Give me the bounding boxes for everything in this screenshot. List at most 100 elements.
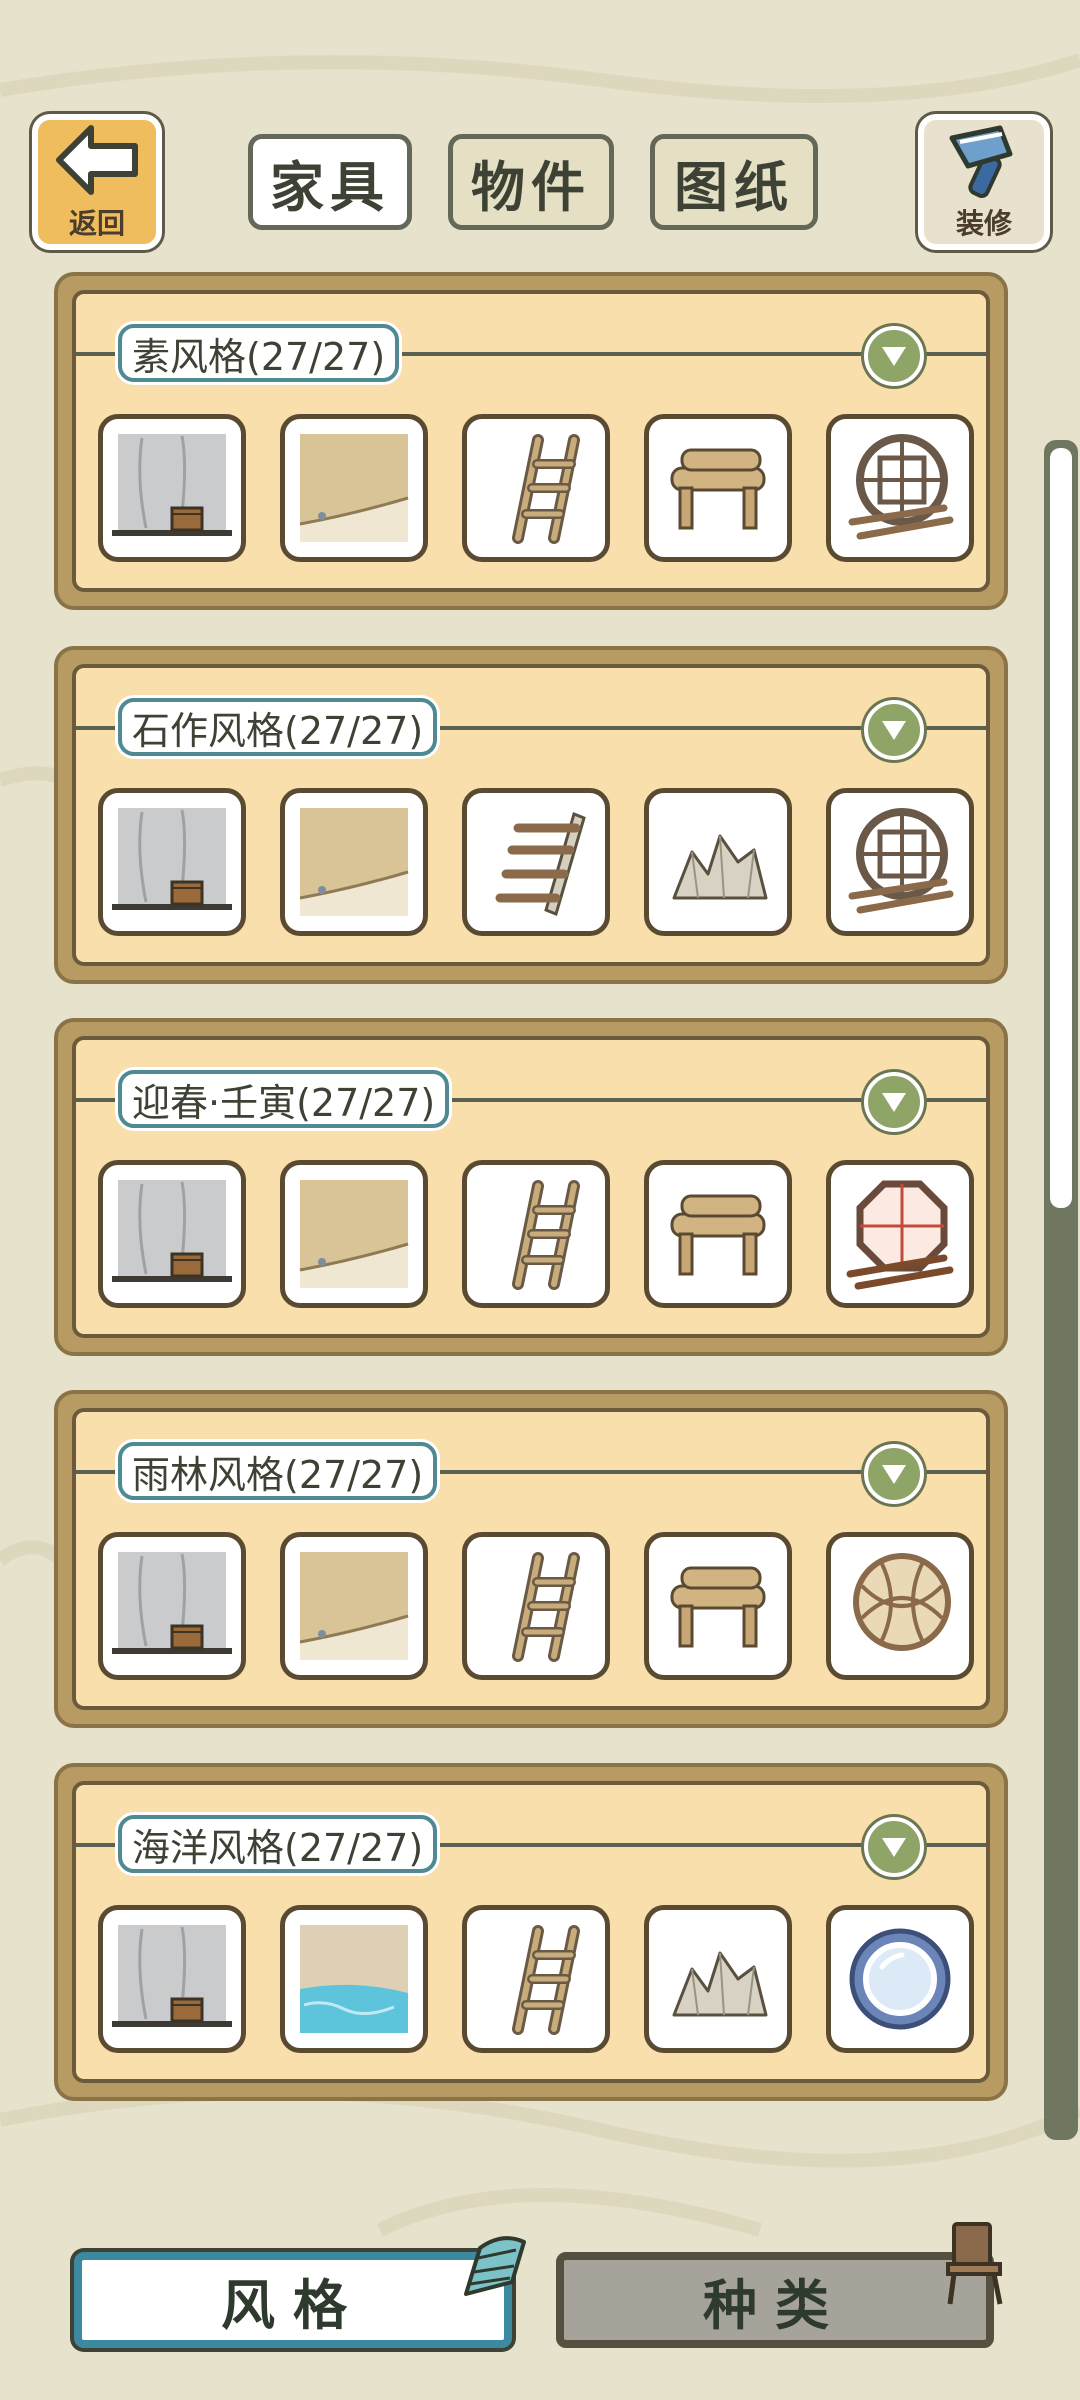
furniture-item[interactable] bbox=[462, 414, 610, 562]
style-set-panel-inner: 迎春·壬寅(27/27) bbox=[72, 1036, 990, 1338]
bench-icon bbox=[670, 448, 766, 530]
furniture-item[interactable] bbox=[280, 1160, 428, 1308]
furniture-item[interactable] bbox=[280, 1905, 428, 2053]
furniture-item[interactable] bbox=[280, 1532, 428, 1680]
chevron-down-icon bbox=[882, 347, 906, 366]
style-set-panel: 迎春·壬寅(27/27) bbox=[54, 1018, 1008, 1356]
style-set-title: 海洋风格(27/27) bbox=[118, 1815, 438, 1873]
furniture-item[interactable] bbox=[98, 1905, 246, 2053]
collapse-button[interactable] bbox=[864, 700, 924, 760]
style-tab-button[interactable]: 风格 bbox=[74, 2252, 512, 2348]
collapse-button[interactable] bbox=[864, 1072, 924, 1132]
woven-ball-icon bbox=[853, 1553, 951, 1651]
item-row bbox=[98, 1905, 974, 2053]
style-set-title: 雨林风格(27/27) bbox=[118, 1442, 438, 1500]
rock-icon bbox=[672, 1951, 768, 2017]
style-set-title: 石作风格(27/27) bbox=[118, 698, 438, 756]
wall-icon bbox=[112, 434, 232, 536]
furniture-item[interactable] bbox=[462, 1905, 610, 2053]
collapse-button[interactable] bbox=[864, 1444, 924, 1504]
furniture-item[interactable] bbox=[644, 414, 792, 562]
chair-icon bbox=[946, 2222, 1003, 2305]
furniture-item[interactable] bbox=[280, 414, 428, 562]
furniture-item[interactable] bbox=[826, 788, 974, 936]
furniture-item[interactable] bbox=[98, 788, 246, 936]
style-set-panel-inner: 素风格(27/27) bbox=[72, 290, 990, 592]
tab-objects[interactable]: 物件 bbox=[448, 134, 614, 230]
chevron-down-icon bbox=[882, 1093, 906, 1112]
floor-icon bbox=[299, 808, 409, 916]
ladder-icon bbox=[512, 1552, 580, 1662]
furniture-item[interactable] bbox=[826, 1532, 974, 1680]
style-set-panel: 素风格(27/27) bbox=[54, 272, 1008, 610]
shell-icon bbox=[464, 2236, 526, 2296]
style-tab-label: 风格 bbox=[221, 2273, 365, 2337]
chevron-down-icon bbox=[882, 1838, 906, 1857]
furniture-item[interactable] bbox=[644, 1905, 792, 2053]
item-row bbox=[98, 1160, 974, 1308]
scrollbar-thumb[interactable] bbox=[1050, 448, 1072, 1208]
furniture-item[interactable] bbox=[98, 1532, 246, 1680]
bench-icon bbox=[670, 1566, 766, 1648]
style-set-panel-inner: 石作风格(27/27) bbox=[72, 664, 990, 966]
style-set-panel-inner: 雨林风格(27/27) bbox=[72, 1408, 990, 1710]
rock-icon bbox=[672, 834, 768, 900]
style-set-title: 迎春·壬寅(27/27) bbox=[118, 1070, 450, 1128]
chevron-down-icon bbox=[882, 721, 906, 740]
item-row bbox=[98, 414, 974, 562]
furniture-item[interactable] bbox=[98, 1160, 246, 1308]
tab-furniture[interactable]: 家具 bbox=[248, 134, 412, 230]
floor-icon bbox=[299, 434, 409, 542]
furniture-item[interactable] bbox=[462, 788, 610, 936]
furniture-item[interactable] bbox=[644, 1160, 792, 1308]
tab-objects-label: 物件 bbox=[471, 155, 591, 219]
collapse-button[interactable] bbox=[864, 1817, 924, 1877]
furniture-item[interactable] bbox=[98, 414, 246, 562]
scrollbar[interactable] bbox=[1044, 440, 1078, 2140]
chevron-down-icon bbox=[882, 1465, 906, 1484]
furniture-item[interactable] bbox=[644, 788, 792, 936]
collapse-button[interactable] bbox=[864, 326, 924, 386]
tab-furniture-label: 家具 bbox=[270, 155, 390, 219]
bench-icon bbox=[670, 1194, 766, 1276]
tab-blueprints[interactable]: 图纸 bbox=[650, 134, 818, 230]
furniture-item[interactable] bbox=[826, 1160, 974, 1308]
decorate-button[interactable]: 装修 bbox=[918, 114, 1050, 250]
wall-icon bbox=[112, 1552, 232, 1654]
back-label: 返回 bbox=[68, 207, 125, 240]
floor-icon bbox=[299, 1180, 409, 1288]
style-set-panel-inner: 海洋风格(27/27) bbox=[72, 1781, 990, 2083]
furniture-item[interactable] bbox=[826, 414, 974, 562]
ladder-icon bbox=[512, 1925, 580, 2035]
decorate-label: 装修 bbox=[955, 207, 1012, 240]
back-button[interactable]: 返回 bbox=[32, 114, 162, 250]
brush-icon bbox=[949, 125, 1013, 198]
wall-icon bbox=[112, 808, 232, 910]
floor-icon bbox=[299, 1552, 409, 1660]
round-window-icon bbox=[848, 434, 954, 540]
back-arrow-icon bbox=[56, 125, 138, 195]
style-set-panel: 雨林风格(27/27) bbox=[54, 1390, 1008, 1728]
porthole-icon bbox=[849, 1928, 951, 2030]
type-tab-label: 种类 bbox=[703, 2273, 847, 2337]
wall-icon bbox=[112, 1925, 232, 2027]
stairs-icon bbox=[495, 811, 586, 917]
furniture-item[interactable] bbox=[826, 1905, 974, 2053]
item-row bbox=[98, 788, 974, 936]
tab-blueprints-label: 图纸 bbox=[674, 155, 794, 219]
water-floor-icon bbox=[300, 1925, 408, 2033]
style-set-panel: 海洋风格(27/27) bbox=[54, 1763, 1008, 2101]
furniture-item[interactable] bbox=[462, 1160, 610, 1308]
item-row bbox=[98, 1532, 974, 1680]
ladder-icon bbox=[512, 1180, 580, 1290]
ladder-icon bbox=[512, 434, 580, 544]
style-set-panel: 石作风格(27/27) bbox=[54, 646, 1008, 984]
furniture-item[interactable] bbox=[462, 1532, 610, 1680]
wall-icon bbox=[112, 1180, 232, 1282]
furniture-item[interactable] bbox=[280, 788, 428, 936]
type-tab-button[interactable]: 种类 bbox=[556, 2252, 994, 2348]
round-window-icon bbox=[848, 808, 954, 914]
style-set-title: 素风格(27/27) bbox=[118, 324, 400, 382]
furniture-item[interactable] bbox=[644, 1532, 792, 1680]
octagon-window-icon bbox=[846, 1180, 954, 1290]
